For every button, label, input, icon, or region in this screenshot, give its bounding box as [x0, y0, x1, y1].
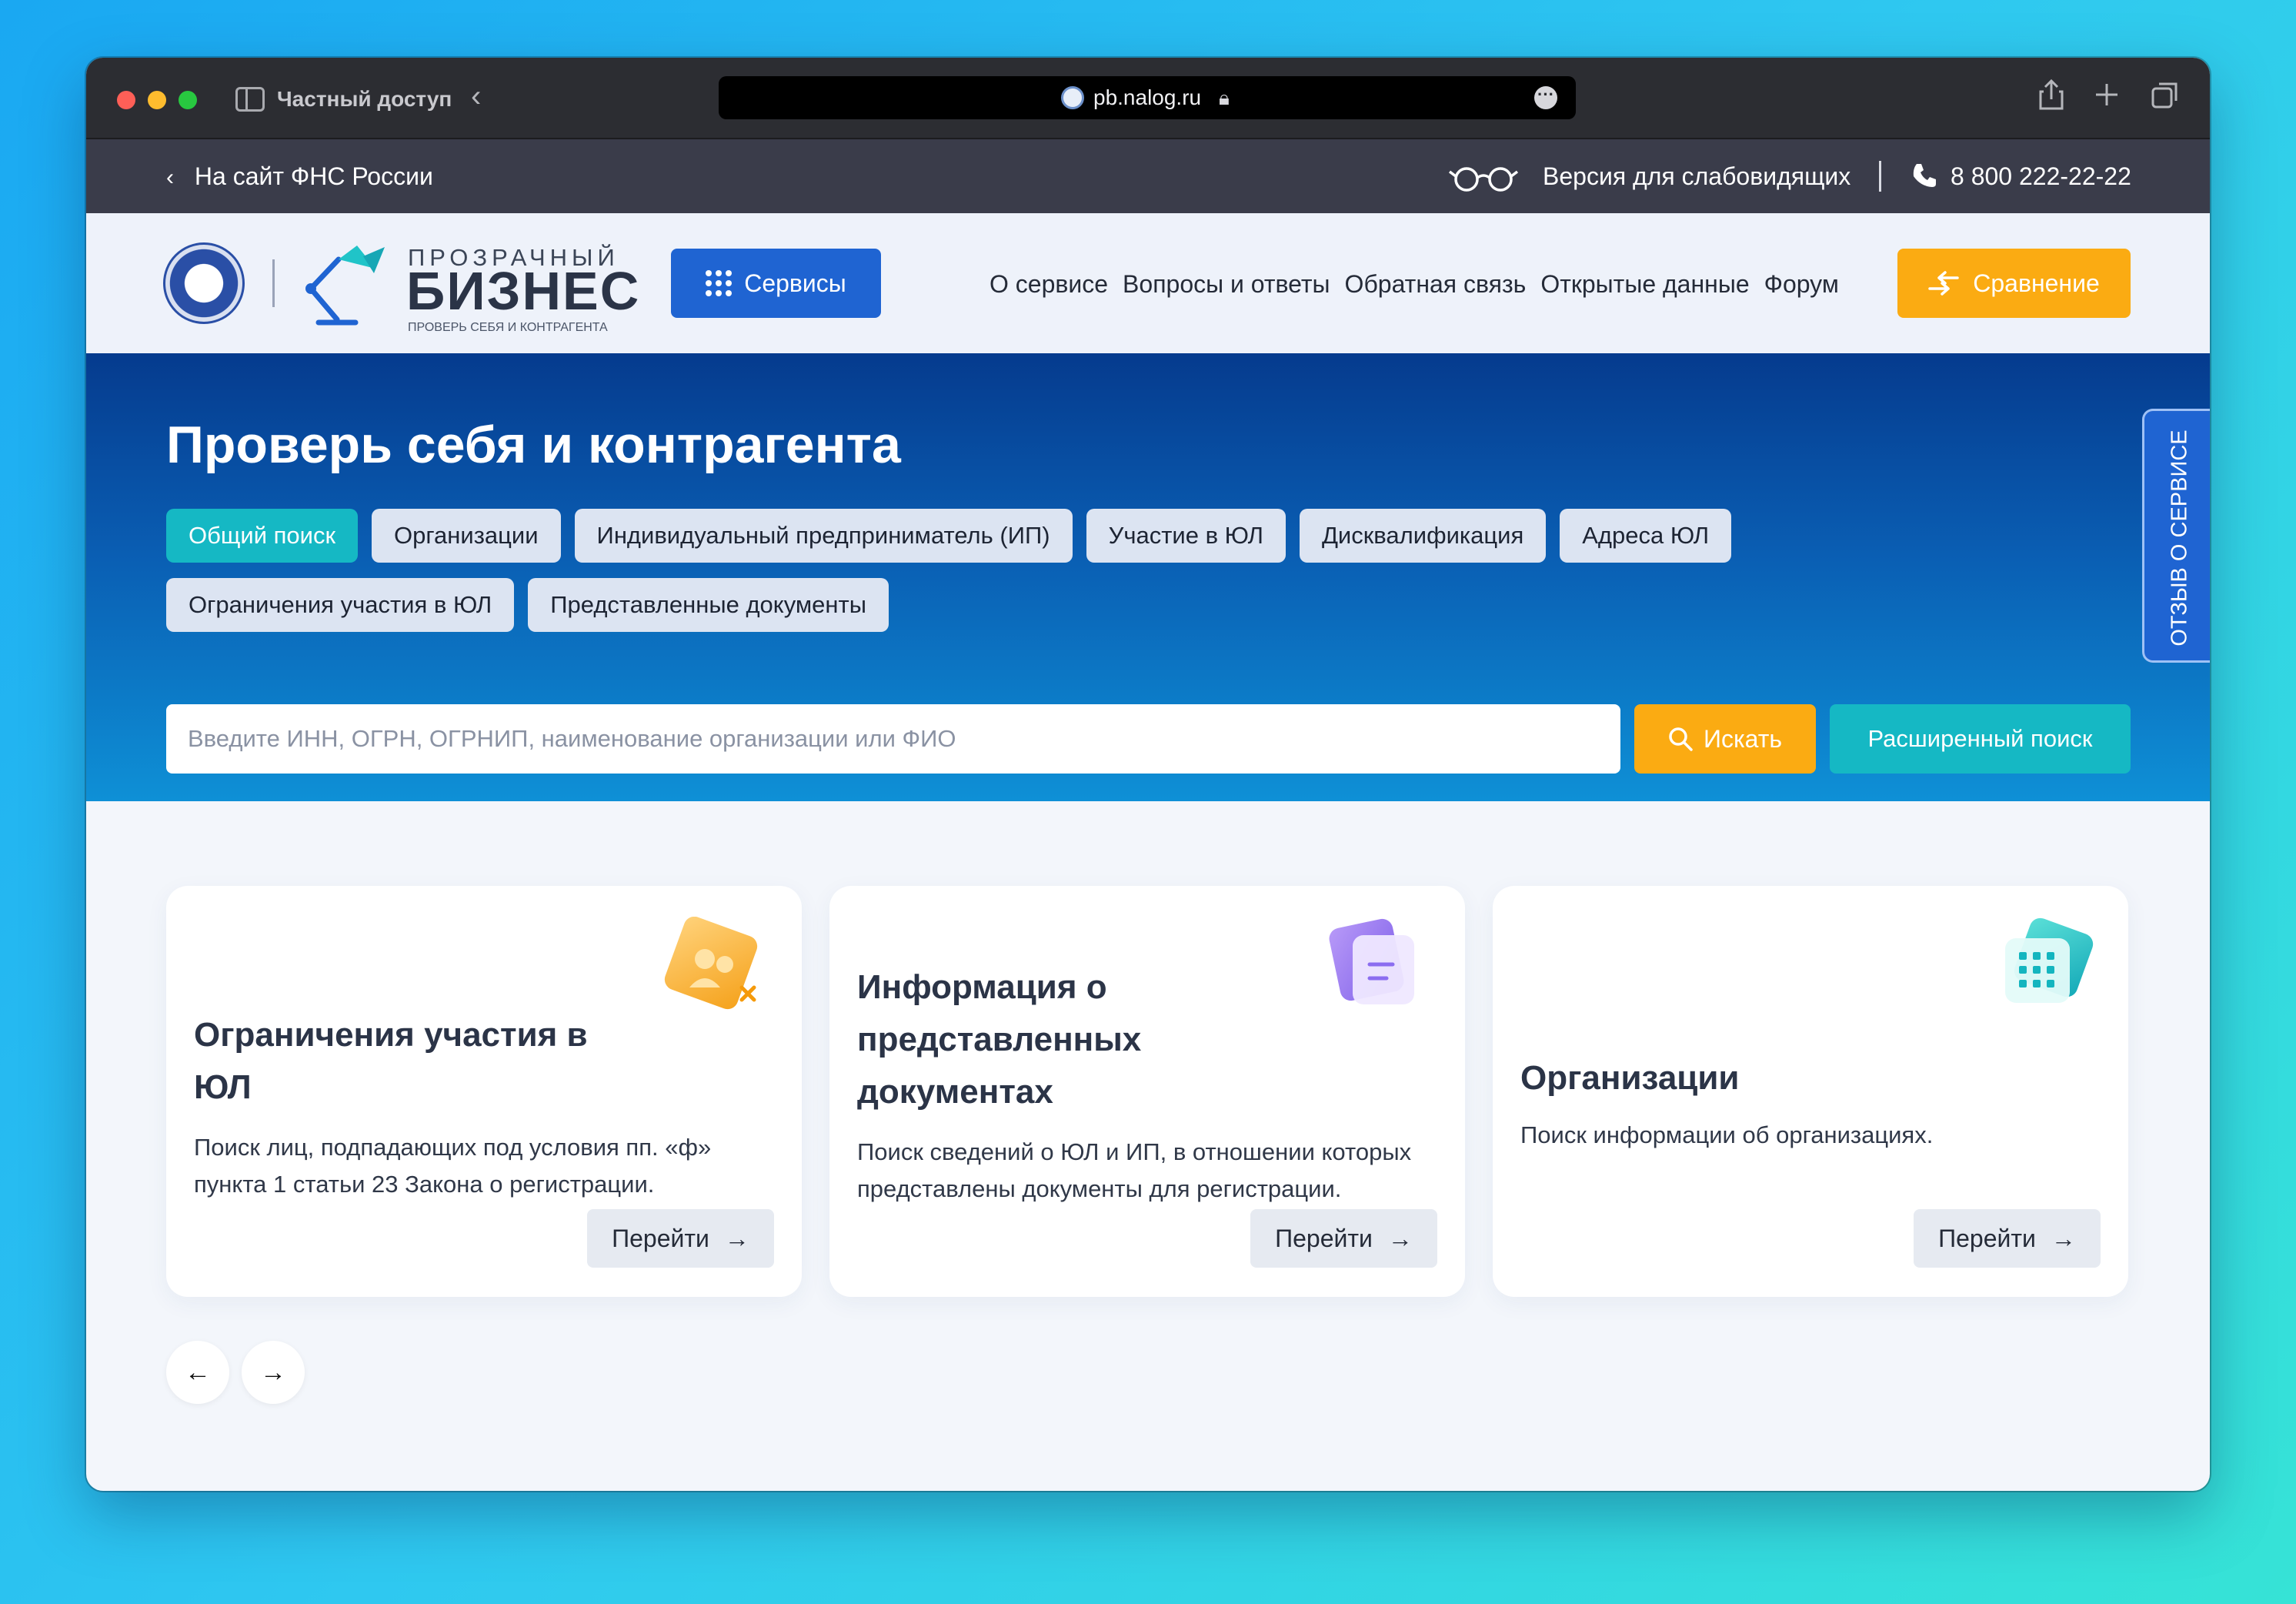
feedback-side-tab[interactable]: ОТЗЫВ О СЕРВИСЕ — [2142, 409, 2210, 663]
arrow-right-icon: → — [724, 1224, 749, 1252]
tab-addresses[interactable]: Адреса ЮЛ — [1560, 509, 1732, 563]
card-title: Информация о представленных документах — [857, 968, 1142, 1111]
nav-item-open-data[interactable]: Открытые данные — [1540, 270, 1749, 299]
private-browsing-label[interactable]: Частный доступ — [277, 87, 452, 112]
search-button[interactable]: Искать — [1634, 704, 1816, 774]
tab-participation[interactable]: Участие в ЮЛ — [1086, 509, 1286, 563]
arrow-right-icon: → — [1387, 1224, 1413, 1252]
new-tab-icon[interactable] — [2094, 79, 2119, 110]
carousel-next-button[interactable]: → — [242, 1341, 305, 1404]
tab-submitted-documents[interactable]: Представленные документы — [528, 578, 889, 632]
browser-toolbar: Частный доступ ‹ pb.nalog.ru 🔒︎ ··· — [86, 58, 2210, 139]
search-hero: Проверь себя и контрагента Общий поиск О… — [86, 353, 2210, 801]
documents-icon — [1329, 918, 1414, 1004]
compare-button-label: Сравнение — [1973, 269, 2100, 297]
tab-individual-entrepreneur[interactable]: Индивидуальный предприниматель (ИП) — [574, 509, 1073, 563]
card-description: Поиск сведений о ЮЛ и ИП, в отношении ко… — [857, 1138, 1412, 1202]
lamp-logo-icon[interactable] — [295, 242, 386, 327]
share-icon[interactable] — [2039, 79, 2064, 110]
go-button-label: Перейти — [1275, 1224, 1373, 1252]
close-window-button[interactable] — [117, 91, 135, 109]
chevron-left-icon: ‹ — [166, 165, 174, 190]
card-description: Поиск лиц, подпадающих под условия пп. «… — [194, 1134, 712, 1198]
card-title: Ограничения участия в ЮЛ — [194, 1016, 588, 1106]
go-button[interactable]: Перейти → — [1250, 1209, 1437, 1268]
fns-site-link-label: На сайт ФНС России — [194, 162, 433, 190]
lock-icon: 🔒︎ — [1219, 86, 1230, 109]
brand-title: БИЗНЕС — [406, 261, 641, 321]
browser-window: Частный доступ ‹ pb.nalog.ru 🔒︎ ··· ‹ На… — [86, 58, 2210, 1491]
feedback-side-tab-label: ОТЗЫВ О СЕРВИСЕ — [2167, 429, 2192, 647]
phone-number-link[interactable]: 8 800 222-22-22 — [1951, 162, 2131, 191]
fns-emblem-logo[interactable] — [163, 242, 245, 324]
compare-button[interactable]: Сравнение — [1897, 249, 2131, 318]
go-button-label: Перейти — [1938, 1224, 2036, 1252]
tab-participation-restrictions[interactable]: Ограничения участия в ЮЛ — [166, 578, 515, 632]
arrow-right-icon: → — [260, 1357, 286, 1387]
service-card[interactable]: Организации Поиск информации об организа… — [1493, 886, 2128, 1297]
browser-back-icon[interactable]: ‹ — [471, 81, 481, 112]
services-button[interactable]: Сервисы — [671, 249, 881, 318]
carousel-prev-button[interactable]: ← — [166, 1341, 229, 1404]
nav-item-forum[interactable]: Форум — [1764, 270, 1839, 299]
site-top-bar: ‹ На сайт ФНС России Версия для слабовид… — [86, 139, 2210, 213]
site-favicon-icon — [1061, 86, 1084, 109]
sidebar-toggle-icon[interactable] — [235, 87, 265, 112]
page-title: Проверь себя и контрагента — [166, 416, 901, 474]
logo-divider — [272, 259, 275, 307]
go-button[interactable]: Перейти → — [1914, 1209, 2101, 1268]
search-type-tabs: Общий поиск Организации Индивидуальный п… — [166, 509, 1890, 632]
fns-site-link[interactable]: ‹ На сайт ФНС России — [166, 162, 433, 191]
service-card[interactable]: Ограничения участия в ЮЛ Поиск лиц, подп… — [166, 886, 802, 1297]
advanced-search-button[interactable]: Расширенный поиск — [1830, 704, 2131, 774]
address-bar[interactable]: pb.nalog.ru 🔒︎ ··· — [719, 76, 1576, 119]
tab-disqualification[interactable]: Дисквалификация — [1299, 509, 1547, 563]
main-nav: О сервисе Вопросы и ответы Обратная связ… — [989, 270, 1839, 299]
card-description: Поиск информации об организациях. — [1520, 1121, 1934, 1148]
grid-icon — [706, 270, 733, 296]
address-bar-url[interactable]: pb.nalog.ru — [1093, 85, 1201, 110]
arrow-right-icon: → — [2051, 1224, 2076, 1252]
more-options-icon[interactable]: ··· — [1534, 86, 1557, 109]
phone-icon — [1913, 164, 1936, 187]
search-icon — [1669, 727, 1693, 751]
services-button-label: Сервисы — [744, 269, 846, 297]
site-header: ПРОЗРАЧНЫЙ БИЗНЕС ПРОВЕРЬ СЕБЯ И КОНТРАГ… — [86, 213, 2210, 353]
arrow-left-icon: ← — [185, 1357, 211, 1387]
nav-item-feedback[interactable]: Обратная связь — [1345, 270, 1527, 299]
visually-impaired-link[interactable]: Версия для слабовидящих — [1543, 162, 1850, 191]
nav-item-about[interactable]: О сервисе — [989, 270, 1108, 299]
minimize-window-button[interactable] — [148, 91, 166, 109]
search-button-label: Искать — [1703, 724, 1783, 753]
divider — [1879, 161, 1881, 192]
nav-item-faq[interactable]: Вопросы и ответы — [1123, 270, 1330, 299]
tab-overview-icon[interactable] — [2151, 79, 2181, 110]
tab-general-search[interactable]: Общий поиск — [166, 509, 359, 563]
search-input[interactable] — [166, 704, 1620, 774]
organizations-icon — [2005, 917, 2094, 1003]
zoom-window-button[interactable] — [179, 91, 197, 109]
go-button[interactable]: Перейти → — [587, 1209, 774, 1268]
go-button-label: Перейти — [612, 1224, 709, 1252]
compare-arrows-icon — [1928, 271, 1959, 296]
service-card[interactable]: Информация о представленных документах П… — [829, 886, 1465, 1297]
card-title: Организации — [1520, 1059, 1740, 1097]
tab-organizations[interactable]: Организации — [372, 509, 561, 563]
brand-tagline: ПРОВЕРЬ СЕБЯ И КОНТРАГЕНТА — [408, 321, 608, 334]
glasses-icon[interactable] — [1448, 162, 1519, 193]
restricted-users-icon — [664, 917, 758, 1010]
